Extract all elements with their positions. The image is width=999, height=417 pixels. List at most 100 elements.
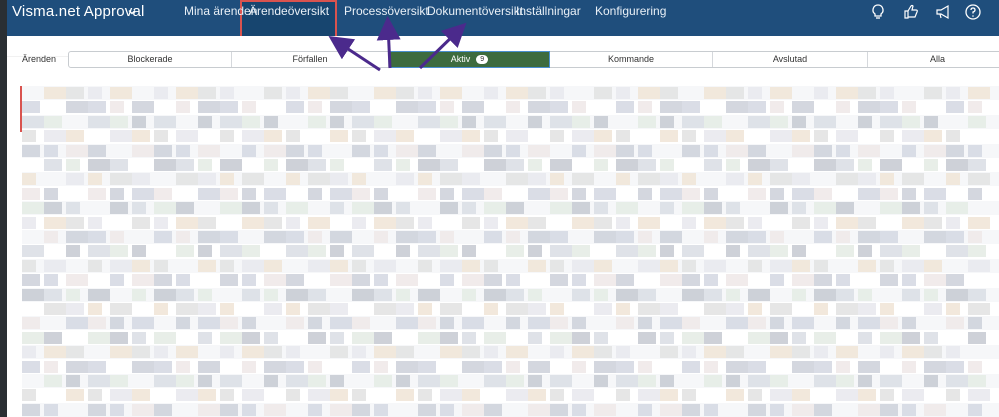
table-row[interactable] (22, 388, 999, 403)
table-row[interactable] (22, 287, 999, 302)
blurred-cell (440, 245, 458, 258)
blurred-cell (770, 375, 788, 387)
blurred-cell (418, 375, 440, 387)
blurred-cell (704, 288, 722, 301)
blurred-cell (968, 231, 982, 243)
blurred-cell (352, 403, 370, 416)
blurred-cell (858, 187, 880, 200)
thumbs-feedback-icon[interactable] (902, 3, 920, 21)
nav-item-installningar[interactable]: Inställningar (516, 4, 581, 18)
blurred-cell (418, 159, 440, 171)
megaphone-icon[interactable] (934, 3, 952, 21)
tab-forfallen[interactable]: Förfallen (232, 52, 389, 67)
table-row[interactable] (22, 244, 999, 259)
nav-item-arendeoversikt[interactable]: Ärendeöversikt (249, 4, 329, 18)
table-row[interactable] (22, 158, 999, 172)
blurred-cell (770, 259, 792, 272)
table-row[interactable] (22, 273, 999, 288)
table-row[interactable] (22, 201, 999, 216)
blurred-cell (946, 144, 964, 157)
nav-item-processoversikt[interactable]: Processöversikt (344, 4, 429, 18)
tab-aktiv[interactable]: Aktiv 9 (389, 51, 550, 68)
blurred-cell (330, 173, 348, 186)
table-row[interactable] (22, 330, 999, 345)
blurred-cell (396, 173, 414, 186)
table-row[interactable] (22, 402, 999, 417)
tab-alla[interactable]: Alla (868, 52, 999, 67)
nav-item-konfigurering[interactable]: Konfigurering (595, 4, 666, 18)
blurred-cell (374, 216, 396, 229)
blurred-cell (506, 159, 524, 171)
blurred-cell (946, 216, 960, 229)
table-row[interactable] (22, 345, 999, 360)
blurred-cell (682, 403, 700, 416)
blurred-cell (176, 202, 194, 215)
blurred-cell (616, 360, 634, 373)
table-row[interactable] (22, 186, 999, 201)
page-label: Ärenden (22, 54, 57, 64)
table-row[interactable] (22, 230, 999, 244)
table-row[interactable] (22, 215, 999, 230)
blurred-cell (616, 216, 630, 229)
blurred-cell (44, 144, 58, 157)
tab-avslutad[interactable]: Avslutad (713, 52, 868, 67)
blurred-cell (792, 274, 814, 287)
blurred-cell (308, 245, 326, 258)
table-row[interactable] (22, 359, 999, 374)
blurred-cell (110, 87, 132, 99)
blurred-cell (484, 259, 498, 272)
blurred-cell (924, 288, 938, 301)
blurred-cell (66, 159, 80, 171)
blurred-cell (550, 101, 568, 114)
blurred-cell (968, 288, 986, 301)
table-row[interactable] (22, 172, 999, 187)
blurred-cell (880, 231, 898, 243)
blurred-cell (88, 288, 110, 301)
nav-item-dokumentoversikt[interactable]: Dokumentöversikt (427, 4, 523, 18)
blurred-cell (726, 87, 744, 99)
table-row[interactable] (22, 143, 999, 158)
blurred-cell (572, 173, 594, 186)
table-row[interactable] (22, 100, 999, 115)
blurred-cell (264, 303, 282, 315)
blurred-cell (396, 375, 410, 387)
blurred-cell (462, 259, 480, 272)
table-row[interactable] (22, 258, 999, 273)
blurred-cell (550, 331, 572, 344)
blurred-cell (616, 303, 630, 315)
blurred-cell (176, 317, 190, 330)
blurred-cell (308, 87, 330, 99)
table-row[interactable] (22, 316, 999, 331)
blurred-cell (462, 274, 484, 287)
blurred-cell (440, 274, 454, 287)
blurred-cell (638, 303, 660, 315)
nav-item-mina-arenden[interactable]: Mina ärenden (184, 4, 257, 18)
tab-blockerade[interactable]: Blockerade (69, 52, 232, 67)
blurred-cell (528, 259, 546, 272)
table-row[interactable] (22, 86, 999, 100)
blurred-cell (462, 173, 480, 186)
blurred-cell (770, 159, 788, 171)
blurred-cell (682, 130, 696, 143)
blurred-cell (704, 274, 718, 287)
table-row[interactable] (22, 374, 999, 388)
blurred-cell (660, 115, 674, 128)
lightbulb-icon[interactable] (869, 3, 887, 21)
help-icon[interactable] (964, 3, 982, 21)
blurred-cell (22, 331, 44, 344)
blurred-cell (704, 259, 726, 272)
tab-kommande[interactable]: Kommande (550, 52, 713, 67)
blurred-cell (484, 130, 498, 143)
blurred-cell (946, 303, 960, 315)
blurred-cell (616, 144, 634, 157)
table-row[interactable] (22, 302, 999, 316)
blurred-cell (572, 403, 586, 416)
blurred-cell (66, 231, 88, 243)
table-row[interactable] (22, 129, 999, 144)
blurred-cell (198, 375, 212, 387)
blurred-cell (858, 87, 876, 99)
table-row[interactable] (22, 114, 999, 129)
chevron-down-icon[interactable] (127, 7, 137, 17)
blurred-cell (330, 346, 348, 359)
blurred-cell (264, 216, 282, 229)
